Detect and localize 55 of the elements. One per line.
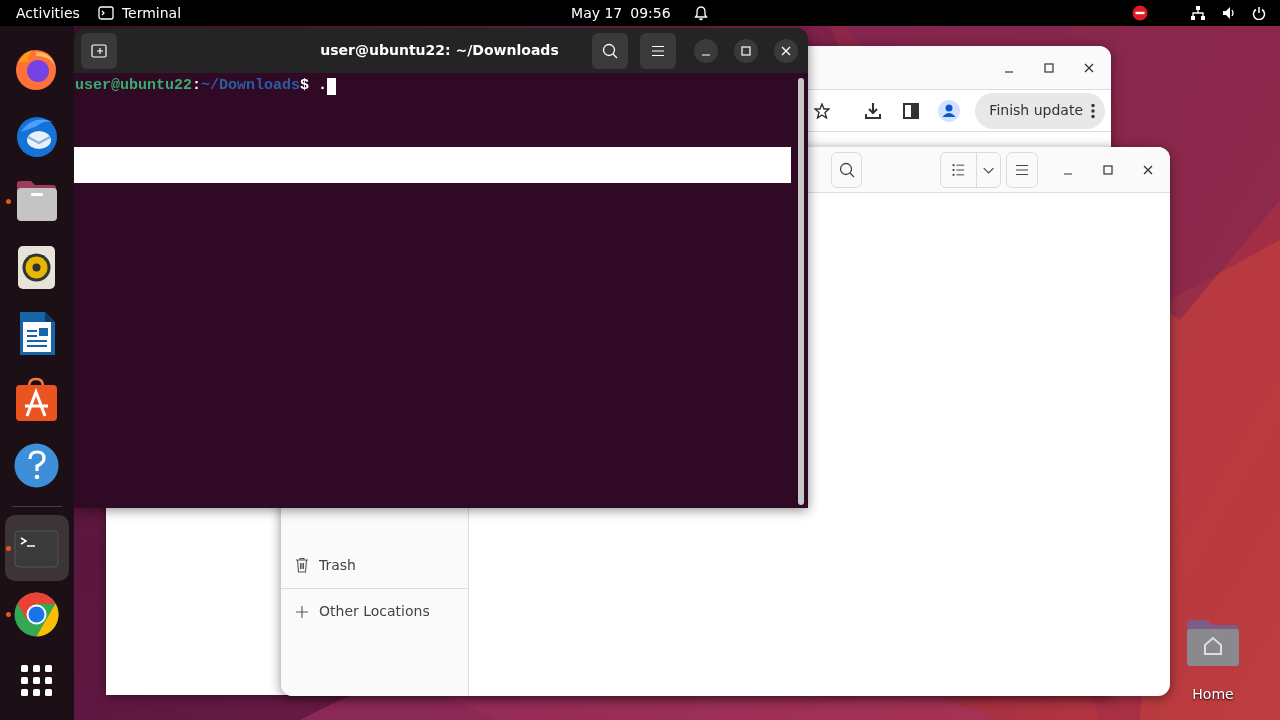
minimize-icon [1063,172,1073,175]
maximize-icon [1044,62,1054,73]
profile-button[interactable] [937,98,962,123]
minimize-icon [701,53,711,56]
blocked-icon [1132,5,1148,21]
menu-button[interactable] [1006,151,1038,188]
close-button[interactable] [774,38,798,63]
search-button[interactable] [831,151,863,188]
status-area[interactable] [1132,5,1266,21]
close-icon [1084,62,1094,73]
window-title: user@ubuntu22: ~/Downloads [319,41,560,60]
network-icon [1190,5,1206,21]
update-button[interactable]: Finish update [975,92,1105,129]
bell-icon [692,5,709,21]
maximize-icon [1103,164,1113,175]
activities-button[interactable]: Activities [16,2,80,24]
scrollbar[interactable] [798,78,804,505]
volume-icon [1222,6,1236,20]
sidebar-item[interactable]: Other Locations [281,588,468,634]
close-icon [1143,164,1153,175]
home-folder-icon[interactable] [1185,618,1241,668]
trash-icon [295,557,309,573]
menu-button[interactable] [640,32,676,69]
new-tab-icon [91,43,107,58]
plus-icon [295,604,309,619]
search-button[interactable] [592,32,628,69]
desktop-icon-label[interactable]: Home [1192,684,1234,705]
maximize-icon [741,45,751,56]
date-text: May 17 [571,3,623,23]
help-icon [13,442,60,489]
time-text: 09:56 [630,3,671,23]
side-panel-icon [903,102,920,119]
clock[interactable]: May 17 09:56 [571,2,709,24]
download-icon [864,101,883,120]
sidebar-item[interactable]: Trash [281,542,468,588]
maximize-button[interactable] [734,38,758,63]
power-icon [1252,6,1266,20]
menu-icon [1015,163,1030,176]
star-icon [814,102,831,119]
menu-icon [651,44,665,57]
close-icon [781,45,791,56]
terminal-line: user@ubuntu22:~/Downloads$ . [74,77,795,95]
minimize-button[interactable] [694,38,718,63]
terminal-icon [97,6,114,20]
app-menu[interactable]: Terminal [97,2,182,24]
user-avatar-icon [938,99,961,122]
app-name: Terminal [121,3,182,23]
more-icon [1091,102,1095,119]
browser-icon [13,591,60,638]
new-tab-button[interactable] [81,32,117,69]
shopping-bag-icon [13,376,60,423]
minimize-icon [1004,70,1014,73]
search-icon [602,42,618,59]
search-icon [838,161,855,178]
text-cursor [327,77,337,95]
